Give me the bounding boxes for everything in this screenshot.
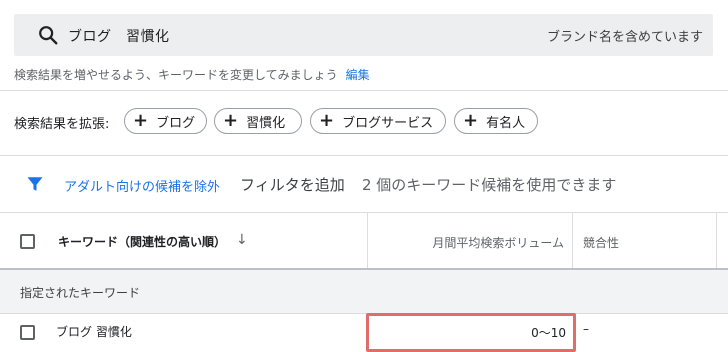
chip-celebrity[interactable]: + 有名人	[454, 108, 538, 134]
column-header-volume[interactable]: 月間平均検索ボリューム	[368, 234, 564, 251]
divider	[0, 212, 728, 213]
keyword-cell: ブログ 習慣化	[56, 325, 132, 339]
section-label: 指定されたキーワード	[20, 286, 141, 300]
exclude-adult-filter[interactable]: アダルト向けの候補を除外	[64, 176, 220, 195]
edit-link[interactable]: 編集	[346, 68, 370, 82]
plus-icon: +	[223, 110, 239, 131]
divider	[0, 155, 728, 156]
divider	[0, 90, 728, 91]
filter-icon[interactable]	[26, 175, 44, 193]
chip-blog-service[interactable]: + ブログサービス	[310, 108, 446, 134]
search-query-text[interactable]: ブログ 習慣化	[68, 26, 170, 46]
column-header-competition[interactable]: 競合性	[583, 234, 619, 251]
keyword-count-text: 2 個のキーワード候補を使用できます	[362, 176, 617, 194]
column-divider	[716, 213, 717, 268]
search-icon	[39, 26, 58, 45]
chip-label: ブログ	[156, 115, 196, 131]
arrow-down-icon[interactable]: ↓	[236, 232, 248, 248]
column-header-keyword[interactable]: キーワード（関連性の高い順）	[58, 233, 226, 250]
brand-inclusion-note: ブランド名を含めています	[546, 30, 703, 45]
plus-icon: +	[133, 110, 149, 131]
chip-habit[interactable]: + 習慣化	[214, 108, 302, 134]
divider	[0, 313, 728, 314]
chip-blog[interactable]: + ブログ	[124, 108, 207, 134]
search-hint: 検索結果を増やせるよう、キーワードを変更してみましょう 編集	[14, 66, 370, 83]
column-divider	[572, 213, 573, 268]
row-checkbox[interactable]	[20, 325, 35, 340]
volume-cell: 0～10	[531, 326, 566, 340]
chip-label: 習慣化	[246, 115, 286, 131]
chip-label: ブログサービス	[342, 115, 434, 131]
competition-cell: –	[583, 322, 589, 336]
expand-results-label: 検索結果を拡張:	[14, 117, 110, 132]
plus-icon: +	[319, 110, 335, 131]
keyword-search-bar[interactable]: ブログ 習慣化 ブランド名を含めています	[14, 14, 713, 56]
search-hint-text: 検索結果を増やせるよう、キーワードを変更してみましょう	[14, 68, 338, 82]
select-all-checkbox[interactable]	[20, 234, 35, 249]
chip-label: 有名人	[486, 115, 526, 131]
add-filter-button[interactable]: フィルタを追加	[240, 174, 345, 195]
plus-icon: +	[463, 110, 479, 131]
